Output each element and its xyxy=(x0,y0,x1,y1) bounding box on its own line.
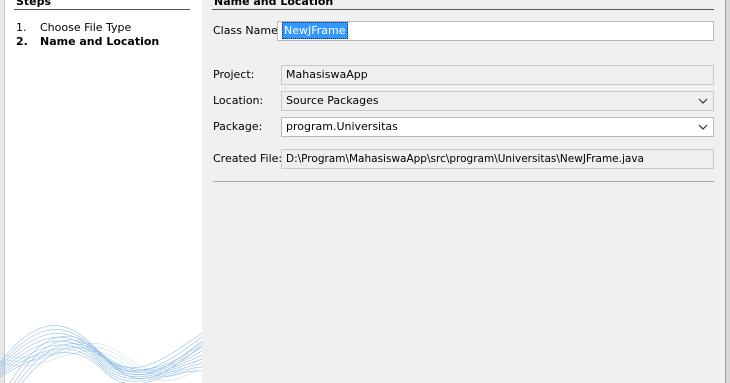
steps-title: Steps xyxy=(16,0,52,8)
created-file-field: D:\Program\MahasiswaApp\src\program\Univ… xyxy=(281,149,714,169)
package-combobox[interactable]: program.Universitas xyxy=(281,117,714,137)
steps-divider xyxy=(14,9,190,10)
created-file-label: Created File: xyxy=(213,152,283,165)
project-field: MahasiswaApp xyxy=(281,65,714,85)
step-label: Name and Location xyxy=(40,35,160,48)
project-value: MahasiswaApp xyxy=(286,68,368,81)
step-label: Choose File Type xyxy=(40,21,132,34)
section-divider xyxy=(212,9,714,10)
step-number: 2. xyxy=(16,35,28,48)
location-select[interactable]: Source Packages xyxy=(281,91,714,111)
created-file-value: D:\Program\MahasiswaApp\src\program\Univ… xyxy=(286,153,644,165)
form-bottom-divider xyxy=(213,181,714,182)
steps-panel: Steps 1. Choose File Type 2. Name and Loca… xyxy=(0,0,202,383)
step-number: 1. xyxy=(16,21,27,34)
location-label: Location: xyxy=(213,94,264,107)
location-value: Source Packages xyxy=(286,94,379,107)
chevron-down-icon[interactable] xyxy=(697,95,709,107)
class-name-selected-text: NewJFrame xyxy=(282,22,348,39)
chevron-down-icon[interactable] xyxy=(697,121,709,133)
class-name-input[interactable]: NewJFrame xyxy=(277,21,714,41)
name-and-location-panel: Name and Location Class Name: NewJFrame … xyxy=(202,0,725,383)
package-value: program.Universitas xyxy=(286,120,398,133)
package-label: Package: xyxy=(213,120,263,133)
class-name-label: Class Name: xyxy=(213,24,282,37)
step-choose-file-type: 1. Choose File Type xyxy=(16,21,131,34)
background-window-edge-right xyxy=(725,0,730,383)
project-label: Project: xyxy=(213,68,255,81)
step-name-and-location: 2. Name and Location xyxy=(16,35,159,48)
section-title: Name and Location xyxy=(214,0,334,8)
wave-decoration xyxy=(0,325,202,383)
